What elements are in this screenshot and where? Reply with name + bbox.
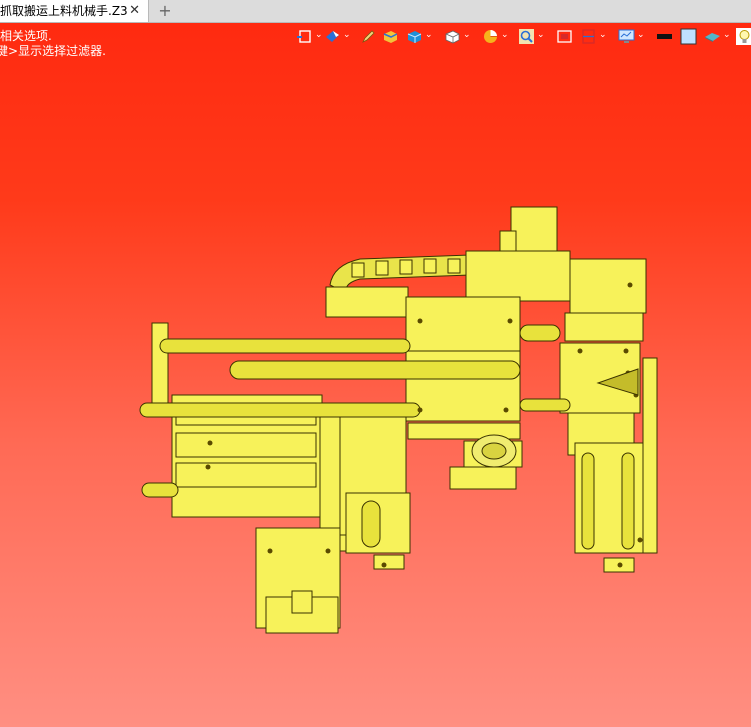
- tab-bar: 抓取搬运上料机械手.Z3 ✕ +: [0, 0, 751, 23]
- robot-arm-model[interactable]: [0, 23, 751, 727]
- close-icon[interactable]: ✕: [129, 0, 140, 22]
- 3d-viewport[interactable]: 相关选项. 键>显示选择过滤器. ⌄ ⌄ ⌄ ⌄ ⌄ ⌄ ⌄ ⌄ ⌄: [0, 23, 751, 727]
- document-tab-title: 抓取搬运上料机械手.Z3: [0, 4, 128, 18]
- document-tab[interactable]: 抓取搬运上料机械手.Z3 ✕: [0, 0, 149, 22]
- new-tab-button[interactable]: +: [156, 0, 174, 22]
